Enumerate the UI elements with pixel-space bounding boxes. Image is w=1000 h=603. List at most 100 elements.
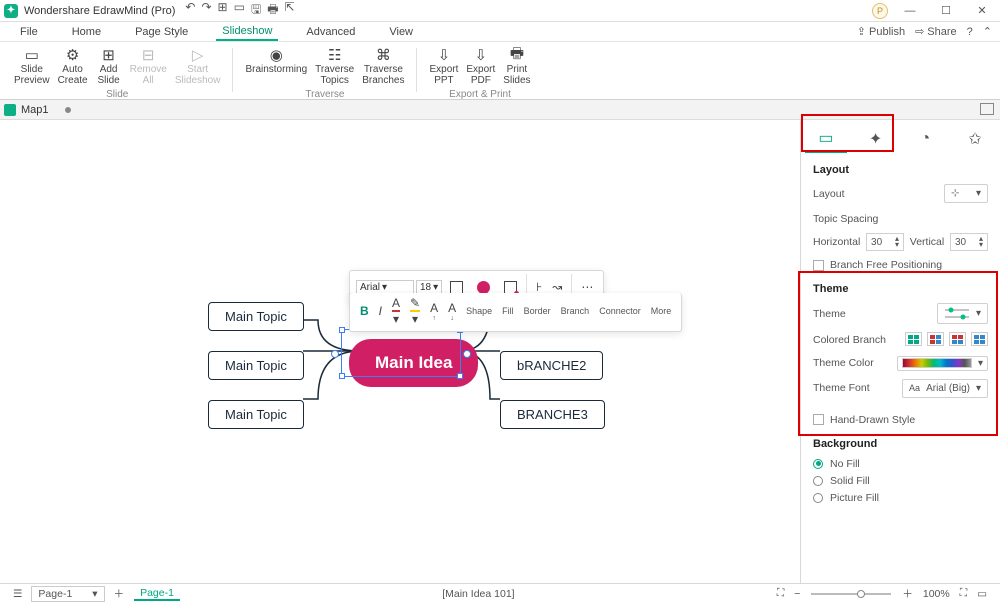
- open-icon[interactable]: ▭: [234, 0, 245, 21]
- highlight-button[interactable]: ✎▾: [406, 294, 424, 328]
- menu-page-style[interactable]: Page Style: [129, 24, 194, 40]
- zoom-slider[interactable]: [811, 593, 891, 595]
- branch-label: Branch: [557, 304, 594, 318]
- topic-node[interactable]: Main Topic: [208, 302, 304, 331]
- ribbon-separator: [416, 48, 417, 92]
- traverse-branches-button[interactable]: ⌘Traverse Branches: [358, 44, 408, 88]
- redo-icon[interactable]: ↷: [201, 0, 211, 21]
- user-avatar[interactable]: P: [872, 3, 888, 19]
- menu-slideshow[interactable]: Slideshow: [216, 23, 278, 41]
- view-mode-button[interactable]: ▭: [977, 588, 987, 600]
- branch-color-option-2[interactable]: [927, 332, 944, 346]
- sparkle-icon: ✦: [869, 129, 882, 149]
- new-icon[interactable]: ⊞: [218, 0, 228, 21]
- branch-free-positioning-checkbox[interactable]: Branch Free Positioning: [813, 259, 988, 271]
- zoom-level[interactable]: 100%: [923, 588, 950, 600]
- topic-node[interactable]: Main Topic: [208, 351, 304, 380]
- no-fill-radio[interactable]: No Fill: [813, 458, 988, 470]
- chevron-down-icon: ▾: [976, 188, 981, 199]
- decrease-font-button[interactable]: A↓: [444, 299, 460, 324]
- zoom-out-button[interactable]: −: [794, 588, 800, 600]
- start-slideshow-button[interactable]: ▷Start Slideshow: [171, 44, 225, 88]
- help-button[interactable]: ?: [967, 26, 973, 38]
- title-bar: ✦ Wondershare EdrawMind (Pro) ↶ ↷ ⊞ ▭ 🖫 …: [0, 0, 1000, 22]
- page-selector[interactable]: Page-1▾: [31, 586, 104, 602]
- page-tab[interactable]: Page-1: [134, 587, 180, 601]
- layout-section-title: Layout: [813, 164, 988, 176]
- connection-handle[interactable]: [463, 350, 471, 358]
- topic-node[interactable]: Main Topic: [208, 400, 304, 429]
- collapse-ribbon-button[interactable]: ⌃: [983, 25, 992, 38]
- solid-fill-radio[interactable]: Solid Fill: [813, 475, 988, 487]
- slide-preview-button[interactable]: ▭Slide Preview: [10, 44, 54, 88]
- print-slides-icon: 🖶: [510, 46, 524, 64]
- vertical-spacing-input[interactable]: 30▴▾: [950, 233, 988, 251]
- chevron-down-icon: ▾: [976, 308, 981, 319]
- picture-fill-radio[interactable]: Picture Fill: [813, 492, 988, 504]
- panel-tab-icons[interactable]: ✩: [954, 125, 996, 153]
- branch-color-option-3[interactable]: [949, 332, 966, 346]
- zoom-thumb[interactable]: [857, 590, 865, 598]
- zoom-in-button[interactable]: ＋: [902, 586, 913, 601]
- save-icon[interactable]: 🖫: [251, 0, 261, 21]
- panel-tab-styles[interactable]: ✦: [855, 125, 897, 153]
- topic-spacing-label: Topic Spacing: [813, 213, 988, 225]
- right-panel: ▭ ✦ ◔ ✩ Layout Layout ⊹▾ Topic Spacing H…: [800, 120, 1000, 583]
- chevron-down-icon: ▾: [382, 282, 387, 293]
- document-tab[interactable]: Map1: [21, 104, 71, 116]
- maximize-button[interactable]: ☐: [932, 0, 960, 22]
- brainstorming-icon: ◉: [270, 46, 283, 64]
- export-pdf-button[interactable]: ⇩Export PDF: [462, 44, 499, 88]
- horizontal-spacing-input[interactable]: 30▴▾: [866, 233, 904, 251]
- background-section: Background No Fill Solid Fill Picture Fi…: [801, 432, 1000, 515]
- more-label: More: [647, 304, 676, 318]
- background-section-title: Background: [813, 438, 988, 450]
- export-icon[interactable]: ⇱: [285, 0, 295, 21]
- topic-node[interactable]: BRANCHE3: [500, 400, 605, 429]
- ribbon-group-slide-label: Slide: [106, 89, 128, 100]
- panel-tab-layout[interactable]: ▭: [805, 125, 847, 153]
- panel-tab-themes[interactable]: ◔: [904, 125, 946, 153]
- layout-dropdown[interactable]: ⊹▾: [944, 184, 988, 203]
- menu-view[interactable]: View: [383, 24, 419, 40]
- theme-font-dropdown[interactable]: AaArial (Big)▾: [902, 379, 988, 398]
- menu-home[interactable]: Home: [66, 24, 107, 40]
- print-icon[interactable]: 🖶: [267, 0, 278, 21]
- canvas[interactable]: Main Topic Main Topic Main Topic bRANCHE…: [0, 120, 800, 583]
- topic-node[interactable]: bRANCHE2: [500, 351, 603, 380]
- color-bar-icon: [902, 358, 972, 368]
- share-button[interactable]: ⇨Share: [915, 25, 957, 38]
- branch-color-option-1[interactable]: [905, 332, 922, 346]
- layout-panel-icon: ▭: [818, 128, 833, 148]
- italic-button[interactable]: I: [375, 302, 386, 320]
- outline-view-button[interactable]: ☰: [13, 588, 22, 600]
- branch-color-option-4[interactable]: [971, 332, 988, 346]
- remove-all-button[interactable]: ⊟Remove All: [126, 44, 171, 88]
- export-ppt-button[interactable]: ⇩Export PPT: [425, 44, 462, 88]
- theme-color-dropdown[interactable]: ▾: [897, 356, 988, 371]
- auto-create-button[interactable]: ⚙Auto Create: [54, 44, 92, 88]
- bold-button[interactable]: B: [356, 302, 373, 320]
- traverse-topics-button[interactable]: ☷Traverse Topics: [311, 44, 358, 88]
- status-bar: ☰ Page-1▾ ＋ Page-1 [Main Idea 101] ⛶ − ＋…: [0, 583, 1000, 603]
- font-color-button[interactable]: A▾: [388, 294, 404, 328]
- fit-page-button[interactable]: ⛶: [777, 587, 784, 600]
- hand-drawn-checkbox[interactable]: Hand-Drawn Style: [813, 414, 988, 426]
- brainstorming-button[interactable]: ◉Brainstorming: [241, 44, 311, 88]
- close-button[interactable]: ✕: [968, 0, 996, 22]
- increase-font-button[interactable]: A↑: [426, 299, 442, 324]
- add-page-button[interactable]: ＋: [114, 586, 125, 601]
- panel-toggle-button[interactable]: [980, 103, 994, 115]
- fullscreen-button[interactable]: ⛶: [960, 587, 967, 600]
- fill-label: Fill: [498, 304, 518, 318]
- start-slideshow-icon: ▷: [192, 46, 204, 64]
- menu-advanced[interactable]: Advanced: [300, 24, 361, 40]
- add-slide-button[interactable]: ⊞Add Slide: [92, 44, 126, 88]
- minimize-button[interactable]: —: [896, 0, 924, 22]
- undo-icon[interactable]: ↶: [185, 0, 195, 21]
- connection-handle[interactable]: [331, 350, 339, 358]
- theme-dropdown[interactable]: ▾: [937, 303, 988, 324]
- print-slides-button[interactable]: 🖶Print Slides: [499, 44, 534, 88]
- menu-file[interactable]: File: [14, 24, 44, 40]
- publish-button[interactable]: ⇪Publish: [857, 25, 905, 38]
